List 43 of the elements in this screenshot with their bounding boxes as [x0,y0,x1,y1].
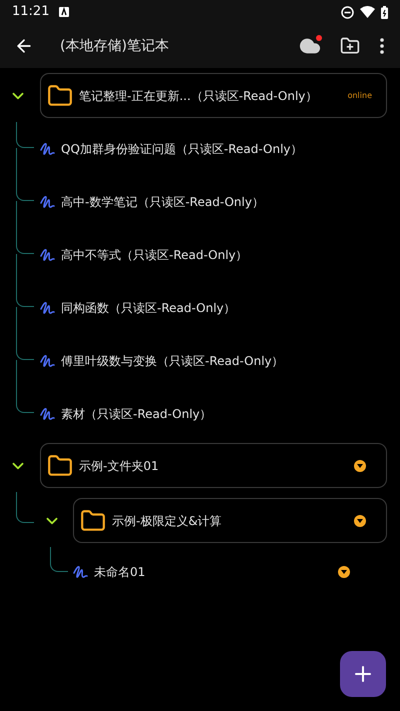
caret-icon [357,518,363,522]
note-title[interactable]: 未命名01 [94,563,146,581]
dropdown-button[interactable] [338,566,350,578]
squiggle-icon [40,352,56,368]
add-button[interactable] [340,651,386,697]
app-title: (本地存储)笔记本 [60,36,169,56]
folder-icon [47,82,73,108]
note-title[interactable]: QQ加群身份验证问题（只读区-Read-Only） [61,140,303,158]
note-title[interactable]: 高中不等式（只读区-Read-Only） [61,246,248,264]
folder-card[interactable]: 示例-文件夹01 [40,443,387,488]
tree-connector [50,547,68,572]
status-label: online [348,90,372,102]
more-icon [380,38,384,54]
notification-icon [59,7,70,17]
folder-icon [47,452,73,478]
do-not-disturb-icon [341,6,354,18]
status-time: 11:21 [12,3,50,22]
tree-connector [16,492,34,523]
folder-title: 示例-文件夹01 [79,458,159,474]
new-folder-button[interactable] [340,36,360,56]
folder-title: 示例-极限定义&计算 [112,512,222,530]
battery-icon [381,6,388,18]
squiggle-icon [40,246,56,262]
squiggle-icon [73,564,89,580]
folder-card[interactable]: 示例-极限定义&计算 [73,498,387,543]
squiggle-icon [40,300,56,316]
squiggle-icon [40,140,56,156]
squiggle-icon [40,194,56,210]
caret-icon [341,570,347,574]
tree-connector [16,122,34,148]
squiggle-icon [40,406,56,422]
more-menu-button[interactable] [380,38,384,54]
note-title[interactable]: 傅里叶级数与变换（只读区-Read-Only） [61,352,284,370]
folder-card[interactable]: 笔记整理-正在更新...（只读区-Read-Only） online [40,73,387,118]
note-title[interactable]: 同构函数（只读区-Read-Only） [61,298,236,316]
note-title[interactable]: 素材（只读区-Read-Only） [61,404,212,422]
folder-icon [80,508,106,534]
note-title[interactable]: 高中-数学笔记（只读区-Read-Only） [61,192,264,210]
caret-icon [357,464,363,468]
folder-title: 笔记整理-正在更新...（只读区-Read-Only） [79,88,318,104]
wifi-icon [360,6,375,18]
dropdown-button[interactable] [354,514,366,526]
dropdown-button[interactable] [354,460,366,472]
